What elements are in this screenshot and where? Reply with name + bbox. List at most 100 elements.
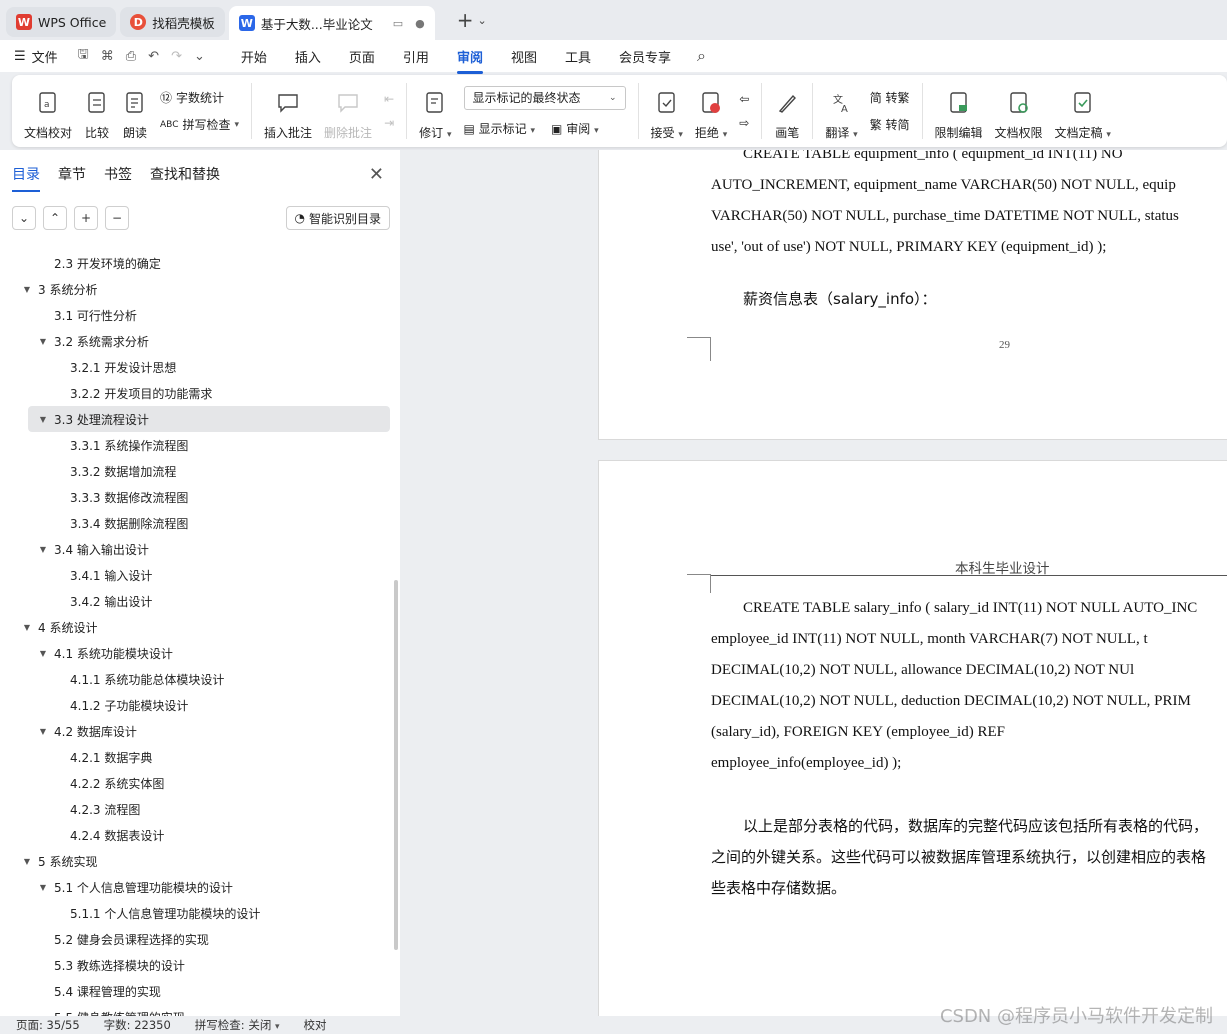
add-heading-button[interactable]: + bbox=[74, 206, 98, 230]
window-icon[interactable]: ▭ bbox=[393, 17, 403, 30]
show-markup-button[interactable]: ▤ 显示标记 ▾ bbox=[464, 120, 536, 137]
pen-button[interactable]: 画笔 bbox=[768, 81, 806, 141]
toc-item[interactable]: ▼ 4.1 系统功能模块设计 bbox=[0, 640, 390, 666]
expand-arrow-icon[interactable]: ▼ bbox=[20, 857, 34, 866]
tab-document[interactable]: W 基于大数...毕业论文 ▭ ● bbox=[228, 6, 435, 40]
tab-toc[interactable]: 目录 bbox=[12, 164, 40, 192]
tab-template[interactable]: D 找稻壳模板 bbox=[120, 7, 225, 37]
toc-item[interactable]: 3.3.3 数据修改流程图 bbox=[0, 484, 390, 510]
translate-button[interactable]: 文A 翻译 ▾ bbox=[819, 81, 863, 141]
toc-item[interactable]: 5.1.1 个人信息管理功能模块的设计 bbox=[0, 900, 390, 926]
markup-state-select[interactable]: 显示标记的最终状态 ⌄ bbox=[463, 85, 626, 110]
toc-item[interactable]: 2.3 开发环境的确定 bbox=[0, 250, 390, 276]
spell-check-button[interactable]: ABC 拼写检查 ▾ bbox=[160, 116, 239, 133]
expand-arrow-icon[interactable]: ▼ bbox=[36, 337, 50, 346]
toc-item[interactable]: 3.3.4 数据删除流程图 bbox=[0, 510, 390, 536]
toc-item[interactable]: 4.2.4 数据表设计 bbox=[0, 822, 390, 848]
menu-view[interactable]: 视图 bbox=[511, 47, 537, 66]
close-icon[interactable]: ✕ bbox=[369, 164, 384, 185]
expand-arrow-icon[interactable]: ▼ bbox=[36, 727, 50, 736]
toc-item[interactable]: 4.2.1 数据字典 bbox=[0, 744, 390, 770]
proofread-indicator[interactable]: 校对 bbox=[304, 1017, 327, 1033]
toc-item[interactable]: ▼ 3.3 处理流程设计 bbox=[28, 406, 390, 432]
save-icon[interactable]: 🖫 bbox=[78, 45, 89, 67]
menu-review[interactable]: 审阅 bbox=[456, 47, 483, 74]
prev-comment-button[interactable]: ⇤ bbox=[384, 92, 394, 106]
toc-item[interactable]: 3.1 可行性分析 bbox=[0, 302, 390, 328]
expand-arrow-icon[interactable]: ▼ bbox=[36, 883, 50, 892]
toc-item[interactable]: 5.3 教练选择模块的设计 bbox=[0, 952, 390, 978]
toc-item[interactable]: ▼ 3 系统分析 bbox=[0, 276, 390, 302]
review-pane-button[interactable]: ▣ 审阅 ▾ bbox=[551, 120, 599, 137]
collapse-button[interactable]: ⌄ bbox=[12, 206, 36, 230]
toc-item[interactable]: 4.1.2 子功能模块设计 bbox=[0, 692, 390, 718]
expand-button[interactable]: ⌃ bbox=[43, 206, 67, 230]
doc-check-button[interactable]: a 文档校对 bbox=[18, 81, 78, 141]
expand-arrow-icon[interactable]: ▼ bbox=[36, 415, 50, 424]
file-menu[interactable]: ☰ 文件 bbox=[14, 47, 58, 66]
expand-arrow-icon[interactable]: ▼ bbox=[36, 649, 50, 658]
toc-item[interactable]: ▼ 5.1 个人信息管理功能模块的设计 bbox=[0, 874, 390, 900]
compare-button[interactable]: 比较 bbox=[78, 81, 116, 141]
word-count-button[interactable]: ⑫ 字数统计 bbox=[160, 89, 239, 106]
doc-permission-button[interactable]: 文档权限 bbox=[989, 81, 1049, 141]
menu-page[interactable]: 页面 bbox=[349, 47, 375, 66]
spell-check-indicator[interactable]: 拼写检查: 关闭 ▾ bbox=[195, 1017, 280, 1033]
toc-item[interactable]: 3.4.2 输出设计 bbox=[0, 588, 390, 614]
toc-item[interactable]: ▼ 4 系统设计 bbox=[0, 614, 390, 640]
revise-button[interactable]: 修订 ▾ bbox=[413, 81, 457, 141]
word-count-indicator[interactable]: 字数: 22350 bbox=[104, 1017, 171, 1033]
toc-item[interactable]: 3.4.1 输入设计 bbox=[0, 562, 390, 588]
search-icon[interactable]: ⌕ bbox=[697, 46, 706, 66]
toc-item[interactable]: 5.4 课程管理的实现 bbox=[0, 978, 390, 1004]
prev-change-button[interactable]: ⇦ bbox=[739, 92, 749, 106]
toc-item[interactable]: 5.5 健身教练管理的实现 bbox=[0, 1004, 390, 1017]
delete-comment-button[interactable]: 删除批注 bbox=[318, 81, 378, 141]
next-comment-button[interactable]: ⇥ bbox=[384, 116, 394, 130]
toc-item[interactable]: 5.2 健身会员课程选择的实现 bbox=[0, 926, 390, 952]
read-aloud-button[interactable]: 朗读 bbox=[116, 81, 154, 141]
toc-item[interactable]: ▼ 4.2 数据库设计 bbox=[0, 718, 390, 744]
accept-button[interactable]: 接受 ▾ bbox=[645, 81, 689, 141]
insert-comment-button[interactable]: 插入批注 bbox=[258, 81, 318, 141]
toc-item[interactable]: ▼ 5 系统实现 bbox=[0, 848, 390, 874]
menu-references[interactable]: 引用 bbox=[403, 47, 429, 66]
toc-item[interactable]: 3.2.2 开发项目的功能需求 bbox=[0, 380, 390, 406]
sidebar-scrollbar[interactable] bbox=[394, 580, 398, 950]
menu-member[interactable]: 会员专享 bbox=[619, 47, 671, 66]
expand-arrow-icon[interactable]: ▼ bbox=[20, 623, 34, 632]
toc-item[interactable]: 3.3.1 系统操作流程图 bbox=[0, 432, 390, 458]
page-indicator[interactable]: 页面: 35/55 bbox=[16, 1017, 80, 1033]
toc-item[interactable]: 3.2.1 开发设计思想 bbox=[0, 354, 390, 380]
toc-item[interactable]: 4.1.1 系统功能总体模块设计 bbox=[0, 666, 390, 692]
tab-bookmarks[interactable]: 书签 bbox=[104, 164, 132, 184]
print-preview-icon[interactable]: ⎙ bbox=[126, 49, 136, 64]
new-tab-button[interactable]: + ⌄ bbox=[457, 8, 487, 32]
smart-toc-button[interactable]: ◔ 智能识别目录 bbox=[285, 206, 390, 230]
to-traditional-button[interactable]: 简 转繁 bbox=[870, 89, 910, 106]
reject-button[interactable]: 拒绝 ▾ bbox=[689, 81, 733, 141]
restrict-edit-button[interactable]: 限制编辑 bbox=[929, 81, 989, 141]
toc-item[interactable]: 4.2.3 流程图 bbox=[0, 796, 390, 822]
redo-icon[interactable]: ↷ bbox=[171, 49, 182, 64]
menu-tools[interactable]: 工具 bbox=[565, 47, 591, 66]
chevron-down-icon[interactable]: ⌄ bbox=[194, 49, 205, 64]
unsaved-dot-icon[interactable]: ● bbox=[415, 17, 425, 30]
undo-icon[interactable]: ↶ bbox=[148, 49, 159, 64]
toc-item[interactable]: ▼ 3.4 输入输出设计 bbox=[0, 536, 390, 562]
toc-item[interactable]: 4.2.2 系统实体图 bbox=[0, 770, 390, 796]
tab-find-replace[interactable]: 查找和替换 bbox=[150, 164, 220, 184]
next-change-button[interactable]: ⇨ bbox=[739, 116, 749, 130]
menu-insert[interactable]: 插入 bbox=[295, 47, 321, 66]
to-simplified-button[interactable]: 繁 转简 bbox=[870, 116, 910, 133]
toc-item[interactable]: ▼ 3.2 系统需求分析 bbox=[0, 328, 390, 354]
tab-chapters[interactable]: 章节 bbox=[58, 164, 86, 184]
share-icon[interactable]: ⌘ bbox=[101, 49, 114, 64]
finalize-button[interactable]: 文档定稿 ▾ bbox=[1049, 81, 1117, 141]
tab-wps-office[interactable]: W WPS Office bbox=[6, 7, 117, 37]
remove-heading-button[interactable]: − bbox=[105, 206, 129, 230]
expand-arrow-icon[interactable]: ▼ bbox=[36, 545, 50, 554]
toc-item[interactable]: 3.3.2 数据增加流程 bbox=[0, 458, 390, 484]
expand-arrow-icon[interactable]: ▼ bbox=[20, 285, 34, 294]
menu-home[interactable]: 开始 bbox=[241, 47, 267, 66]
